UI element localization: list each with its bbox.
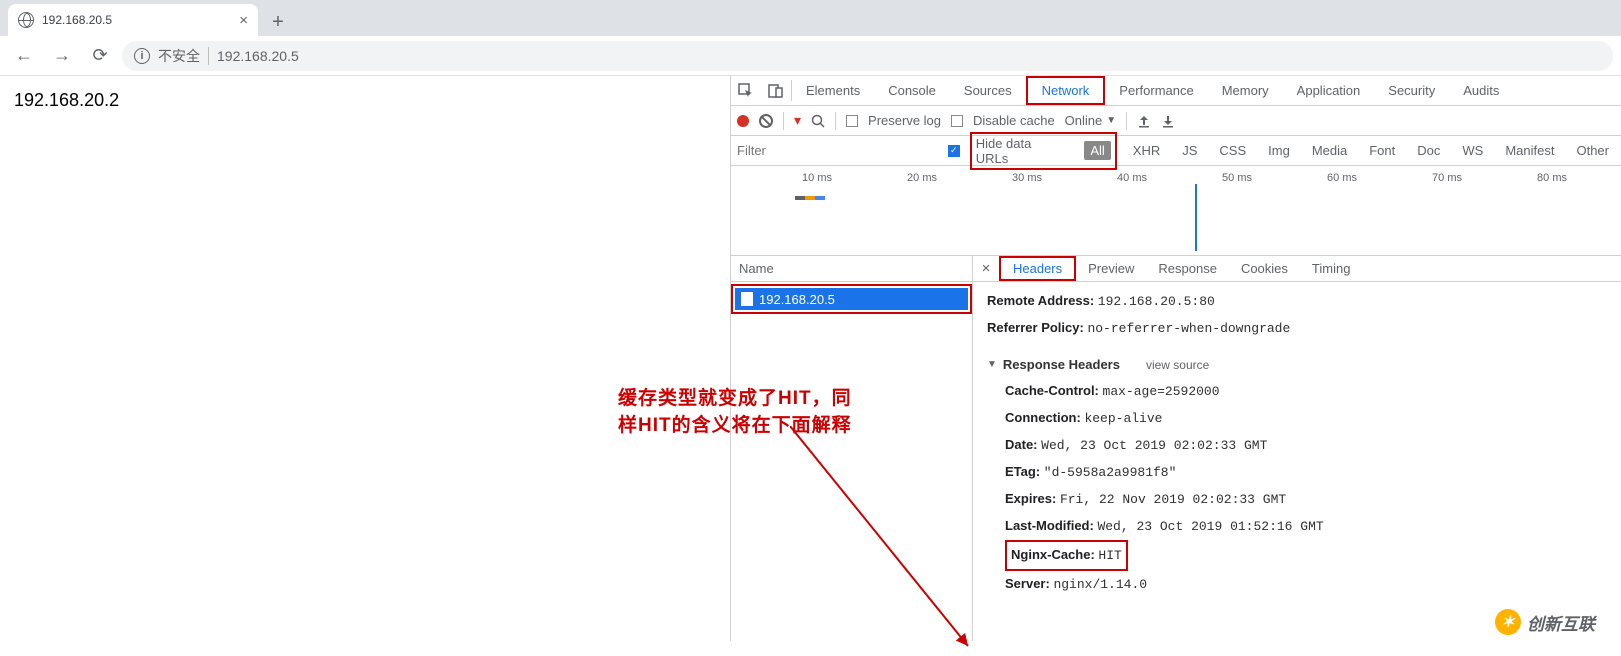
tab-audits[interactable]: Audits xyxy=(1449,76,1513,105)
chevron-down-icon: ▼ xyxy=(1106,115,1116,126)
network-request-row[interactable]: 192.168.20.5 xyxy=(735,288,968,310)
expires-value: Fri, 22 Nov 2019 02:02:33 GMT xyxy=(1060,492,1286,507)
tab-security[interactable]: Security xyxy=(1374,76,1449,105)
filter-font[interactable]: Font xyxy=(1363,141,1401,160)
tab-sources[interactable]: Sources xyxy=(950,76,1026,105)
filter-ws[interactable]: WS xyxy=(1456,141,1489,160)
view-source-link[interactable]: view source xyxy=(1146,352,1209,378)
cache-control-value: max-age=2592000 xyxy=(1103,384,1220,399)
inspect-icon[interactable] xyxy=(731,76,761,105)
headers-body: Remote Address: 192.168.20.5:80 Referrer… xyxy=(973,282,1621,604)
last-modified-value: Wed, 23 Oct 2019 01:52:16 GMT xyxy=(1097,519,1323,534)
tab-console[interactable]: Console xyxy=(874,76,950,105)
timeline-tick: 80 ms xyxy=(1466,172,1571,184)
detail-tab-cookies[interactable]: Cookies xyxy=(1229,256,1300,281)
new-tab-button[interactable]: + xyxy=(264,8,292,36)
site-info-icon[interactable]: i xyxy=(134,48,150,64)
record-button[interactable] xyxy=(737,115,749,127)
date-value: Wed, 23 Oct 2019 02:02:33 GMT xyxy=(1041,438,1267,453)
browser-tab-bar: 192.168.20.5 × + xyxy=(0,0,1621,36)
filter-css[interactable]: CSS xyxy=(1213,141,1252,160)
etag-value: "d-5958a2a9981f8" xyxy=(1044,465,1177,480)
tab-network[interactable]: Network xyxy=(1026,76,1106,105)
expand-triangle-icon[interactable]: ▼ xyxy=(987,352,997,378)
back-button[interactable]: ← xyxy=(8,40,40,72)
timeline-tick: 60 ms xyxy=(1256,172,1361,184)
throttle-dropdown[interactable]: Online ▼ xyxy=(1065,113,1116,128)
watermark: ✶ 创新互联 xyxy=(1495,609,1595,635)
clear-button[interactable] xyxy=(759,114,773,128)
browser-tab[interactable]: 192.168.20.5 × xyxy=(8,4,258,36)
hide-data-urls-checkbox[interactable]: ✓ xyxy=(948,145,960,157)
devtools-toolbar: ▾ Preserve log Disable cache Online ▼ xyxy=(731,106,1621,136)
page-body-text: 192.168.20.2 xyxy=(14,90,716,111)
tab-application[interactable]: Application xyxy=(1283,76,1375,105)
filter-img[interactable]: Img xyxy=(1262,141,1296,160)
timeline-tick: 50 ms xyxy=(1151,172,1256,184)
browser-toolbar: ← → ⟳ i 不安全 192.168.20.5 xyxy=(0,36,1621,76)
detail-tab-preview[interactable]: Preview xyxy=(1076,256,1146,281)
close-details-icon[interactable]: × xyxy=(973,256,999,281)
filter-xhr[interactable]: XHR xyxy=(1127,141,1166,160)
close-tab-icon[interactable]: × xyxy=(239,12,248,29)
network-timeline[interactable]: 10 ms 20 ms 30 ms 40 ms 50 ms 60 ms 70 m… xyxy=(731,166,1621,256)
address-bar[interactable]: i 不安全 192.168.20.5 xyxy=(122,41,1613,71)
reload-button[interactable]: ⟳ xyxy=(84,40,116,72)
nginx-cache-value: HIT xyxy=(1098,548,1121,563)
preserve-log-checkbox[interactable] xyxy=(846,115,858,127)
page-content: 192.168.20.2 缓存类型就变成了HIT，同 样HIT的含义将在下面解释 xyxy=(0,76,730,641)
filter-manifest[interactable]: Manifest xyxy=(1499,141,1560,160)
timeline-tick: 10 ms xyxy=(731,172,836,184)
hide-data-urls-label: Hide data URLs xyxy=(976,136,1065,166)
search-icon[interactable] xyxy=(811,114,825,128)
detail-tabs: × Headers Preview Response Cookies Timin… xyxy=(973,256,1621,282)
globe-icon xyxy=(18,12,34,28)
insecure-label: 不安全 xyxy=(158,46,200,66)
filter-input[interactable] xyxy=(737,140,938,162)
preserve-log-label: Preserve log xyxy=(868,113,941,128)
request-name: 192.168.20.5 xyxy=(759,292,835,307)
filter-doc[interactable]: Doc xyxy=(1411,141,1446,160)
timeline-tick: 20 ms xyxy=(836,172,941,184)
disable-cache-checkbox[interactable] xyxy=(951,115,963,127)
tab-elements[interactable]: Elements xyxy=(792,76,874,105)
filter-other[interactable]: Other xyxy=(1570,141,1615,160)
forward-button[interactable]: → xyxy=(46,40,78,72)
devtools-tabs: Elements Console Sources Network Perform… xyxy=(731,76,1621,106)
document-icon xyxy=(741,292,753,306)
detail-tab-headers[interactable]: Headers xyxy=(999,256,1076,281)
filter-js[interactable]: JS xyxy=(1176,141,1203,160)
timeline-tick: 40 ms xyxy=(1046,172,1151,184)
filter-all[interactable]: All xyxy=(1084,141,1110,160)
connection-value: keep-alive xyxy=(1084,411,1162,426)
referrer-policy-value: no-referrer-when-downgrade xyxy=(1087,321,1290,336)
download-har-icon[interactable] xyxy=(1161,114,1175,128)
detail-tab-timing[interactable]: Timing xyxy=(1300,256,1363,281)
remote-address-value: 192.168.20.5:80 xyxy=(1098,294,1215,309)
devtools-filter-row: ✓ Hide data URLs All XHR JS CSS Img Medi… xyxy=(731,136,1621,166)
disable-cache-label: Disable cache xyxy=(973,113,1055,128)
name-column-header[interactable]: Name xyxy=(731,256,972,282)
watermark-icon: ✶ xyxy=(1495,609,1521,635)
filter-media[interactable]: Media xyxy=(1306,141,1353,160)
url-text: 192.168.20.5 xyxy=(217,48,299,64)
filter-toggle-icon[interactable]: ▾ xyxy=(794,112,801,129)
timeline-tick: 30 ms xyxy=(941,172,1046,184)
timeline-tick: 70 ms xyxy=(1361,172,1466,184)
tab-memory[interactable]: Memory xyxy=(1208,76,1283,105)
network-details-pane: × Headers Preview Response Cookies Timin… xyxy=(973,256,1621,641)
upload-har-icon[interactable] xyxy=(1137,114,1151,128)
separator xyxy=(208,47,209,65)
tab-performance[interactable]: Performance xyxy=(1105,76,1207,105)
annotation-arrow-icon xyxy=(790,426,980,656)
timeline-load-marker xyxy=(1195,184,1197,251)
tab-title: 192.168.20.5 xyxy=(42,13,231,27)
timeline-bar xyxy=(795,196,825,200)
server-value: nginx/1.14.0 xyxy=(1053,577,1147,592)
response-headers-label: Response Headers xyxy=(1003,352,1120,378)
detail-tab-response[interactable]: Response xyxy=(1146,256,1229,281)
device-toggle-icon[interactable] xyxy=(761,76,791,105)
